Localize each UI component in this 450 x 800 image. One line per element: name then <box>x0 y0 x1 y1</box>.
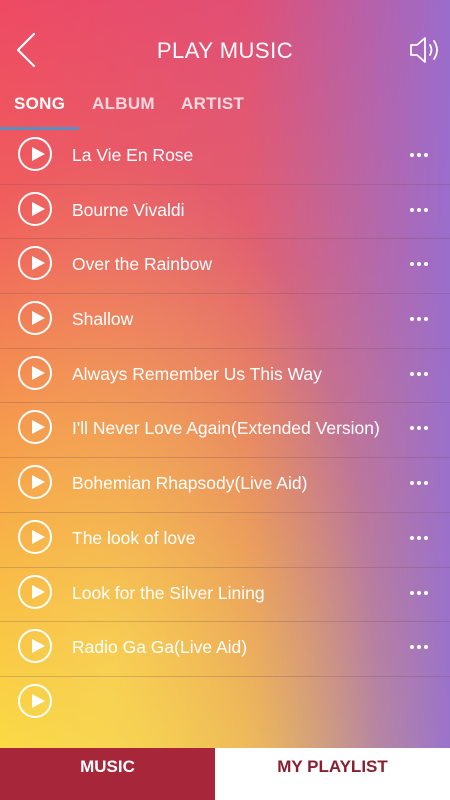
list-item[interactable]: Radio Ga Ga(Live Aid) <box>0 622 450 677</box>
more-options-icon[interactable] <box>410 415 432 435</box>
song-title: Look for the Silver Lining <box>72 582 265 603</box>
song-title: Shallow <box>72 309 134 330</box>
list-item[interactable]: The look of love <box>0 513 450 568</box>
header: PLAY MUSIC <box>0 0 450 78</box>
more-options-icon[interactable] <box>410 634 432 654</box>
play-icon[interactable] <box>18 683 52 718</box>
play-icon[interactable] <box>18 137 52 171</box>
list-item[interactable]: La Vie En Rose <box>0 130 450 185</box>
more-options-icon[interactable] <box>410 251 432 271</box>
list-item[interactable]: Always Remember Us This Way <box>0 349 450 404</box>
play-icon[interactable] <box>18 574 52 609</box>
tab-album[interactable]: ALBUM <box>92 94 155 114</box>
song-title: Over the Rainbow <box>72 254 213 275</box>
list-item[interactable]: Bohemian Rhapsody(Live Aid) <box>0 458 450 513</box>
play-icon[interactable] <box>18 410 52 445</box>
play-icon[interactable] <box>18 246 52 281</box>
list-item[interactable]: Bourne Vivaldi <box>0 185 450 240</box>
song-title: Always Remember Us This Way <box>72 363 322 384</box>
my-playlist-button[interactable]: MY PLAYLIST <box>215 748 450 800</box>
play-icon[interactable] <box>18 629 52 664</box>
more-options-icon[interactable] <box>410 470 432 490</box>
list-item[interactable]: Shallow <box>0 294 450 349</box>
more-options-icon[interactable] <box>410 525 432 545</box>
more-options-icon[interactable] <box>410 197 432 217</box>
list-item[interactable]: Look for the Silver Lining <box>0 568 450 623</box>
tab-artist[interactable]: ARTIST <box>181 94 244 114</box>
music-button[interactable]: MUSIC <box>0 748 215 800</box>
song-title: The look of love <box>72 527 196 548</box>
more-options-icon[interactable] <box>410 306 432 326</box>
song-title: Radio Ga Ga(Live Aid) <box>72 637 248 658</box>
speaker-volume-icon <box>410 37 438 63</box>
more-options-icon[interactable] <box>410 361 432 381</box>
song-title: Bourne Vivaldi <box>72 199 185 220</box>
song-title: I'll Never Love Again(Extended Version) <box>72 418 380 439</box>
more-options-icon[interactable] <box>410 142 432 162</box>
play-icon[interactable] <box>18 301 52 336</box>
play-icon[interactable] <box>18 519 52 554</box>
more-options-icon[interactable] <box>410 580 432 600</box>
play-icon[interactable] <box>18 465 52 500</box>
list-item[interactable]: I'll Never Love Again(Extended Version) <box>0 403 450 459</box>
song-list[interactable]: La Vie En Rose Bourne Vivaldi Over the R… <box>0 130 450 748</box>
play-icon[interactable] <box>18 355 52 390</box>
tab-song[interactable]: SONG <box>14 94 65 114</box>
play-icon[interactable] <box>18 191 52 226</box>
song-title: Bohemian Rhapsody(Live Aid) <box>72 473 308 494</box>
song-title: La Vie En Rose <box>72 145 194 165</box>
list-item[interactable] <box>0 677 450 731</box>
tab-bar: SONG ALBUM ARTIST <box>0 78 450 130</box>
list-item[interactable]: Over the Rainbow <box>0 239 450 295</box>
page-title: PLAY MUSIC <box>156 38 294 63</box>
volume-button[interactable] <box>408 34 442 66</box>
bottom-nav: MUSIC MY PLAYLIST <box>0 748 450 800</box>
